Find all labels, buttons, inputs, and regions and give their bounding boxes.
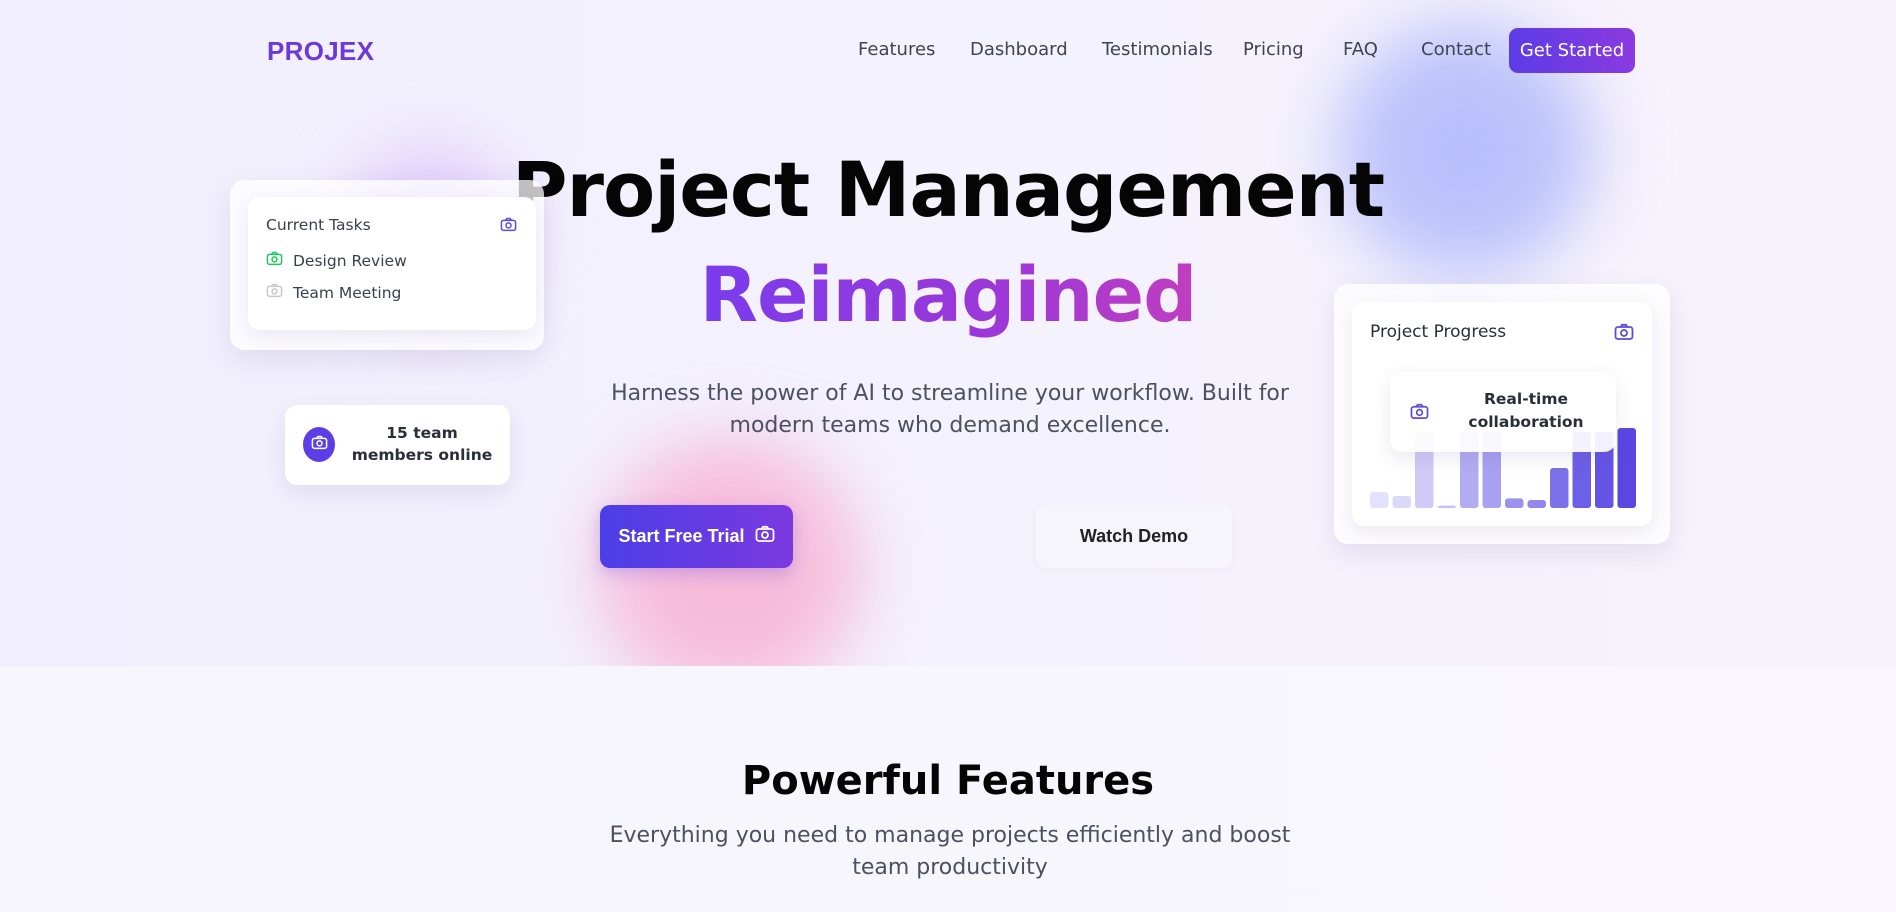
task-label: Team Meeting — [293, 283, 402, 302]
camera-icon — [311, 435, 328, 454]
navbar: PROJEX Features Dashboard Testimonials P… — [0, 0, 1896, 100]
task-label: Design Review — [293, 251, 407, 270]
progress-bar — [1437, 505, 1456, 508]
nav-link-contact[interactable]: Contact — [1421, 39, 1491, 60]
camera-icon — [500, 217, 517, 236]
current-tasks-panel: Current Tasks Design Review Team Meeting — [248, 197, 536, 330]
nav-link-testimonials[interactable]: Testimonials — [1102, 39, 1213, 60]
collaboration-text: Real-time collaboration — [1468, 390, 1584, 431]
task-item[interactable]: Team Meeting — [266, 283, 401, 302]
progress-bar — [1617, 428, 1636, 508]
start-free-trial-button[interactable]: Start Free Trial — [600, 505, 793, 568]
hero-section: PROJEX Features Dashboard Testimonials P… — [0, 0, 1896, 666]
members-avatar — [303, 427, 335, 462]
team-members-card: 15 team members online — [285, 405, 510, 485]
progress-bar — [1370, 492, 1389, 508]
start-free-trial-label: Start Free Trial — [618, 526, 745, 546]
nav-link-dashboard[interactable]: Dashboard — [970, 39, 1068, 60]
nav-link-pricing[interactable]: Pricing — [1243, 39, 1304, 60]
realtime-collaboration-card: Real-time collaboration — [1390, 372, 1616, 452]
progress-bar — [1505, 498, 1524, 508]
project-progress-title: Project Progress — [1370, 322, 1507, 342]
camera-icon — [266, 251, 283, 270]
hero-title-highlight: Reimagined — [699, 250, 1197, 339]
nav-link-features[interactable]: Features — [858, 39, 935, 60]
features-subtitle: Everything you need to manage projects e… — [609, 823, 1291, 880]
progress-bar — [1392, 496, 1411, 508]
features-title: Powerful Features — [741, 758, 1155, 804]
camera-icon — [1410, 403, 1429, 424]
logo[interactable]: PROJEX — [267, 36, 374, 67]
members-online-text: 15 team members online — [351, 424, 493, 464]
camera-icon — [1614, 323, 1634, 345]
hero-subtitle: Harness the power of AI to streamline yo… — [611, 381, 1289, 438]
nav-link-faq[interactable]: FAQ — [1343, 39, 1378, 60]
progress-bar — [1527, 500, 1546, 508]
current-tasks-title: Current Tasks — [266, 216, 371, 234]
camera-icon — [266, 283, 283, 302]
current-tasks-card: Current Tasks Design Review Team Meeting — [230, 180, 544, 350]
features-section: Powerful Features Everything you need to… — [0, 666, 1896, 912]
camera-icon — [755, 525, 775, 548]
progress-bar — [1550, 468, 1569, 508]
task-item[interactable]: Design Review — [266, 251, 407, 270]
watch-demo-button[interactable]: Watch Demo — [1036, 505, 1232, 568]
get-started-button[interactable]: Get Started — [1509, 28, 1635, 73]
